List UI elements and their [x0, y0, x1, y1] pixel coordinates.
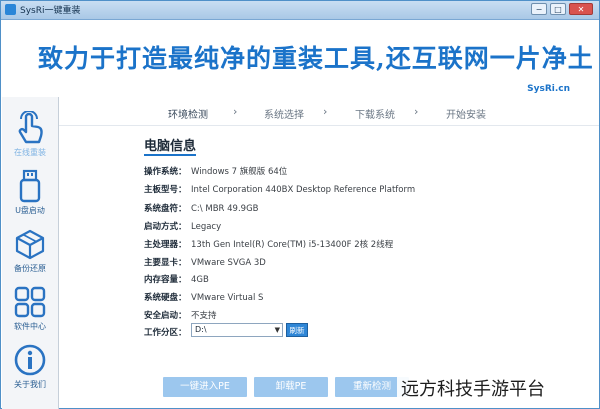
title-underline [144, 154, 196, 156]
sidebar-item-label: U盘启动 [15, 206, 45, 215]
sidebar-item-online-reinstall[interactable]: 在线重装 [2, 111, 58, 158]
refresh-button[interactable]: 刷新 [286, 323, 308, 337]
app-icon [5, 4, 16, 15]
sidebar-item-software-center[interactable]: 软件中心 [2, 285, 58, 332]
step-start-install: 开始安装 [446, 110, 486, 121]
sidebar-item-label: 软件中心 [14, 322, 46, 331]
info-row-cpu: 主处理器： 13th Gen Intel(R) Core(TM) i5-13400… [144, 238, 393, 250]
app-window: SysRi一键重装 − □ ✕ 致力于打造最纯净的重装工具,还互联网一片净土 S… [0, 0, 600, 409]
sidebar-item-label: 备份还原 [14, 264, 46, 273]
chevron-right-icon: › [414, 105, 419, 118]
info-row-system-drive: 系统盘符： C:\ MBR 49.9GB [144, 202, 258, 214]
apps-grid-icon [14, 286, 46, 318]
info-row-disk: 系统硬盘： VMware Virtual S [144, 291, 263, 303]
info-label: 安全启动： [144, 311, 187, 321]
info-value: 4GB [191, 275, 209, 285]
sidebar-item-backup-restore[interactable]: 备份还原 [2, 227, 58, 274]
info-row-memory: 内存容量： 4GB [144, 273, 209, 285]
sidebar: 在线重装 U盘启动 备份还原 软件中心 关于我们 [2, 97, 59, 409]
info-value: VMware Virtual S [191, 293, 264, 303]
info-row-secure-boot: 安全启动： 不支持 [144, 309, 217, 321]
usb-drive-icon [19, 169, 41, 203]
info-value: Intel Corporation 440BX Desktop Referenc… [191, 185, 416, 195]
step-system-select: 系统选择 [264, 110, 304, 121]
info-label: 内存容量： [144, 275, 187, 285]
step-nav: 环境检测 › 系统选择 › 下载系统 › 开始安装 [151, 103, 591, 123]
chevron-right-icon: › [323, 105, 328, 118]
step-environment-check: 环境检测 [168, 110, 208, 121]
info-row-partition: 工作分区： [144, 326, 191, 338]
sidebar-item-about-us[interactable]: 关于我们 [2, 343, 58, 390]
window-controls: − □ ✕ [531, 3, 593, 15]
info-row-os: 操作系统： Windows 7 旗舰版 64位 [144, 165, 287, 177]
info-row-boot-mode: 启动方式： Legacy [144, 220, 221, 232]
brand-text: SysRi.cn [527, 84, 570, 94]
info-label: 启动方式： [144, 222, 187, 232]
step-download-system: 下载系统 [355, 110, 395, 121]
info-label: 系统盘符： [144, 204, 187, 214]
restore-button[interactable]: □ [550, 3, 566, 15]
panel-title: 电脑信息 [144, 139, 197, 154]
sidebar-item-usb-boot[interactable]: U盘启动 [2, 169, 58, 216]
one-click-pe-button[interactable]: 一键进入PE [163, 377, 247, 397]
unload-pe-button[interactable]: 卸载PE [254, 377, 328, 397]
partition-select-value: D:\ [195, 325, 207, 334]
hand-pointer-icon [18, 111, 43, 144]
partition-select[interactable]: D:\ ▼ [191, 323, 283, 337]
sidebar-item-label: 在线重装 [14, 148, 46, 157]
info-icon [14, 344, 46, 376]
info-label: 主处理器： [144, 240, 187, 250]
box-icon [15, 229, 45, 260]
info-label: 操作系统： [144, 167, 187, 177]
chevron-down-icon: ▼ [274, 326, 280, 334]
step-divider [59, 125, 599, 126]
info-value: VMware SVGA 3D [191, 258, 266, 268]
info-label: 系统硬盘： [144, 293, 187, 303]
minimize-button[interactable]: − [531, 3, 547, 15]
info-value: Legacy [191, 222, 222, 232]
title-bar: SysRi一键重装 − □ ✕ [1, 1, 599, 20]
banner: 致力于打造最纯净的重装工具,还互联网一片净土 SysRi.cn [2, 20, 598, 94]
sidebar-item-label: 关于我们 [14, 380, 46, 389]
banner-slogan: 致力于打造最纯净的重装工具,还互联网一片净土 [38, 44, 594, 73]
info-value: 13th Gen Intel(R) Core(TM) i5-13400F 2核 … [191, 240, 394, 250]
close-button[interactable]: ✕ [569, 3, 593, 15]
info-label: 主要显卡： [144, 258, 187, 268]
info-label: 工作分区： [144, 328, 187, 338]
info-value: C:\ MBR 49.9GB [191, 204, 259, 214]
info-value: Windows 7 旗舰版 64位 [191, 167, 288, 177]
watermark-text: 远方科技手游平台 [397, 373, 549, 403]
info-value: 不支持 [191, 311, 217, 321]
chevron-right-icon: › [233, 105, 238, 118]
info-row-motherboard: 主板型号： Intel Corporation 440BX Desktop Ref… [144, 183, 415, 195]
info-label: 主板型号： [144, 185, 187, 195]
info-row-gpu: 主要显卡： VMware SVGA 3D [144, 256, 266, 268]
window-title: SysRi一键重装 [20, 6, 81, 16]
